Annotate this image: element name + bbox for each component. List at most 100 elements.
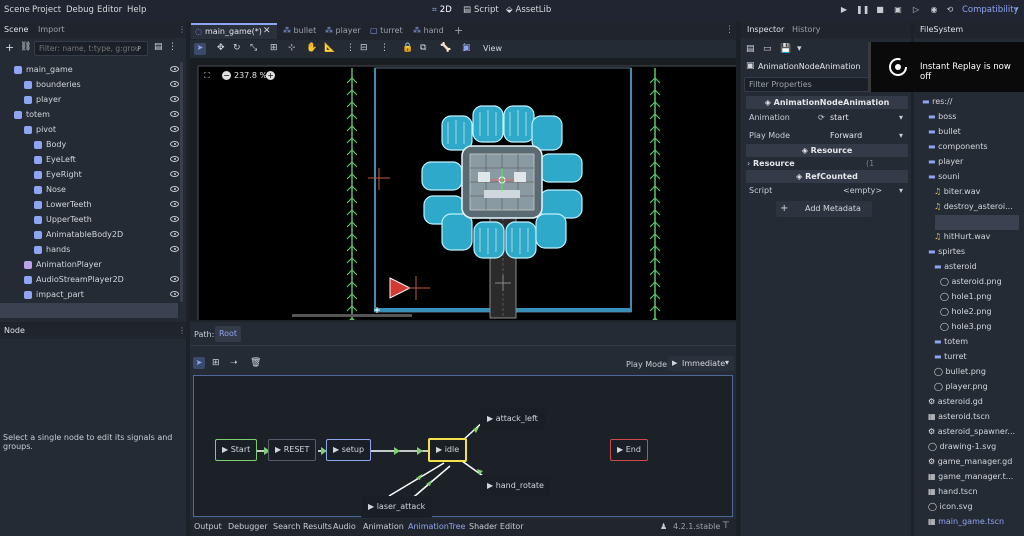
menu-scene[interactable]: Scene bbox=[4, 5, 30, 15]
graph-node-hand-rotate[interactable]: ▶ hand_rotate bbox=[480, 475, 551, 497]
filesystem-item[interactable]: ◯ hole1.png bbox=[940, 289, 991, 304]
workspace-script-button[interactable]: ▤ Script bbox=[463, 5, 499, 15]
scene-tree-row[interactable]: pivot bbox=[0, 122, 185, 137]
filesystem-item[interactable]: ▬ souni bbox=[928, 169, 960, 184]
create-node-icon[interactable]: ⊞ bbox=[212, 358, 220, 368]
graph-node-start[interactable]: ▶ Start bbox=[215, 439, 258, 461]
scene-tree-row[interactable]: UpperTeeth bbox=[0, 212, 185, 227]
tab-import[interactable]: Import bbox=[38, 25, 65, 34]
tab-scene[interactable]: Scene bbox=[4, 25, 28, 34]
graph-node-idle[interactable]: ▶ idle bbox=[428, 438, 468, 462]
delete-icon[interactable]: 🗑 bbox=[250, 358, 261, 368]
bottom-tab-search-results[interactable]: Search Results bbox=[273, 522, 332, 531]
filesystem-item[interactable]: ◯ hole2.png bbox=[940, 304, 991, 319]
tab-history[interactable]: History bbox=[792, 25, 820, 34]
menu-project[interactable]: Project bbox=[32, 5, 61, 15]
scene-tree-row[interactable]: AudioStreamPlayer2D bbox=[0, 272, 185, 287]
snap-options-icon[interactable]: ⋮ bbox=[380, 43, 389, 53]
visibility-icon[interactable] bbox=[170, 171, 179, 177]
ruler-tool-icon[interactable]: 📐 bbox=[324, 43, 335, 53]
new-resource-icon[interactable]: ▤ bbox=[746, 44, 755, 54]
scene-tree-scrollbar[interactable] bbox=[180, 62, 183, 302]
graph-node-setup[interactable]: ▶ setup bbox=[326, 439, 372, 461]
smart-snap-icon[interactable]: ⋮ bbox=[346, 43, 355, 53]
visibility-icon[interactable] bbox=[170, 291, 179, 297]
graph-node-attack-left[interactable]: ▶ attack_left bbox=[480, 408, 545, 430]
scene-tree-row[interactable]: Body bbox=[0, 137, 185, 152]
scene-tree-row[interactable]: EyeLeft bbox=[0, 152, 185, 167]
zoom-level[interactable]: 237.8 % bbox=[234, 71, 267, 80]
filesystem-item[interactable]: ♫ hitHurt.wav bbox=[934, 229, 990, 244]
visibility-icon[interactable] bbox=[170, 66, 179, 72]
scene-tree-row[interactable]: main_game bbox=[0, 62, 185, 77]
attach-script-icon[interactable]: ▤ bbox=[154, 42, 163, 52]
visibility-icon[interactable] bbox=[170, 216, 179, 222]
dock-menu-icon[interactable]: ⋮ bbox=[178, 25, 186, 34]
play-custom-icon[interactable]: ▷ bbox=[910, 4, 922, 16]
bottom-tab-debugger[interactable]: Debugger bbox=[228, 522, 268, 531]
editor-tabs-menu-icon[interactable]: ⋮ bbox=[725, 25, 734, 35]
move-tool-icon[interactable]: ✥ bbox=[217, 43, 225, 53]
filesystem-item[interactable]: ▬ player bbox=[928, 154, 963, 169]
view-menu[interactable]: View bbox=[483, 44, 502, 53]
filesystem-item[interactable]: ♫ destroy_asteroi... bbox=[934, 199, 1013, 214]
menu-help[interactable]: Help bbox=[127, 5, 146, 15]
filesystem-item[interactable]: ◯ bullet.png bbox=[934, 364, 986, 379]
filesystem-item[interactable]: ▦ hand.tscn bbox=[928, 484, 978, 499]
close-icon[interactable]: ✕ bbox=[263, 26, 271, 36]
visibility-icon[interactable] bbox=[170, 231, 179, 237]
filesystem-item[interactable]: ◯ player.png bbox=[934, 379, 988, 394]
visibility-icon[interactable] bbox=[170, 186, 179, 192]
filesystem-item[interactable]: ⚙ asteroid_spawner... bbox=[928, 424, 1015, 439]
play-mode-select[interactable]: ▶ Immediate ▾ bbox=[668, 356, 734, 371]
visibility-icon[interactable] bbox=[170, 156, 179, 162]
filesystem-item[interactable]: ▬ totem bbox=[934, 334, 968, 349]
lock-icon[interactable]: 🔒 bbox=[402, 43, 413, 53]
scene-filter-input[interactable] bbox=[34, 41, 148, 56]
filesystem-item[interactable]: ▬ spirtes bbox=[928, 244, 965, 259]
filesystem-item[interactable]: ◯ drawing-1.svg bbox=[928, 439, 996, 454]
save-icon[interactable]: 💾 bbox=[780, 44, 791, 54]
visibility-icon[interactable] bbox=[170, 141, 179, 147]
tab-inspector[interactable]: Inspector bbox=[747, 25, 784, 34]
filesystem-item[interactable]: ▦ game_manager.t... bbox=[928, 469, 1013, 484]
filesystem-item[interactable]: ▬ res:// bbox=[922, 94, 952, 109]
link-icon[interactable]: ⛓ bbox=[20, 42, 31, 52]
workspace-assetlib-button[interactable]: ⬙ AssetLib bbox=[506, 5, 551, 15]
filesystem-item[interactable]: ▦ asteroid.tscn bbox=[928, 409, 990, 424]
zoom-out-icon[interactable]: − bbox=[222, 71, 231, 80]
filesystem-item[interactable]: ▬ turret bbox=[934, 349, 967, 364]
stop-icon[interactable]: ■ bbox=[874, 4, 886, 16]
scene-tree-row[interactable]: AnimationPlayer bbox=[0, 257, 185, 272]
tab-player[interactable]: ⁂ player bbox=[325, 26, 361, 35]
scene-tree-row[interactable]: hands bbox=[0, 242, 185, 257]
scene-tree-row[interactable]: EyeRight bbox=[0, 167, 185, 182]
tab-filesystem[interactable]: FileSystem bbox=[920, 25, 963, 34]
visibility-icon[interactable] bbox=[170, 276, 179, 282]
select-tool-icon[interactable]: ➤ bbox=[194, 43, 206, 55]
version-label[interactable]: 4.2.1.stable bbox=[673, 522, 720, 531]
prop-play-mode-value[interactable]: Forward bbox=[830, 128, 862, 143]
node-dock-menu-icon[interactable]: ⋮ bbox=[178, 326, 186, 335]
expand-panel-icon[interactable]: ⊤ bbox=[722, 521, 730, 531]
camera-override-icon[interactable]: ▣ bbox=[462, 43, 471, 53]
play-scene-icon[interactable]: ▣ bbox=[892, 4, 904, 16]
filesystem-item[interactable]: ◯ asteroid.png bbox=[940, 274, 1002, 289]
tab-hand[interactable]: ⁂ hand bbox=[413, 26, 444, 35]
open-folder-icon[interactable]: ▭ bbox=[763, 44, 772, 54]
renderer-select[interactable]: Compatibility bbox=[962, 5, 1019, 15]
menu-debug[interactable]: Debug bbox=[66, 5, 94, 15]
tab-turret[interactable]: ▢ turret bbox=[370, 26, 403, 35]
bottom-tab-animation[interactable]: Animation bbox=[363, 522, 404, 531]
pivot-tool-icon[interactable]: ⊹ bbox=[288, 43, 296, 53]
scene-tree-row[interactable]: player bbox=[0, 92, 185, 107]
tab-main-game[interactable]: ◌ main_game(*) ✕ bbox=[191, 23, 277, 39]
list-select-icon[interactable]: ⊞ bbox=[270, 43, 278, 53]
filesystem-item[interactable]: ▦ main_game.tscn bbox=[928, 514, 1004, 529]
scale-tool-icon[interactable]: ⤡ bbox=[250, 43, 257, 53]
scene-tree-row[interactable]: LowerTeeth bbox=[0, 197, 185, 212]
scene-tree-row[interactable]: Nose bbox=[0, 182, 185, 197]
filesystem-item[interactable]: ◯ hole3.png bbox=[940, 319, 991, 334]
viewport[interactable]: ⛶ − 237.8 % + bbox=[190, 58, 736, 320]
filesystem-item[interactable]: ▬ bullet bbox=[928, 124, 961, 139]
